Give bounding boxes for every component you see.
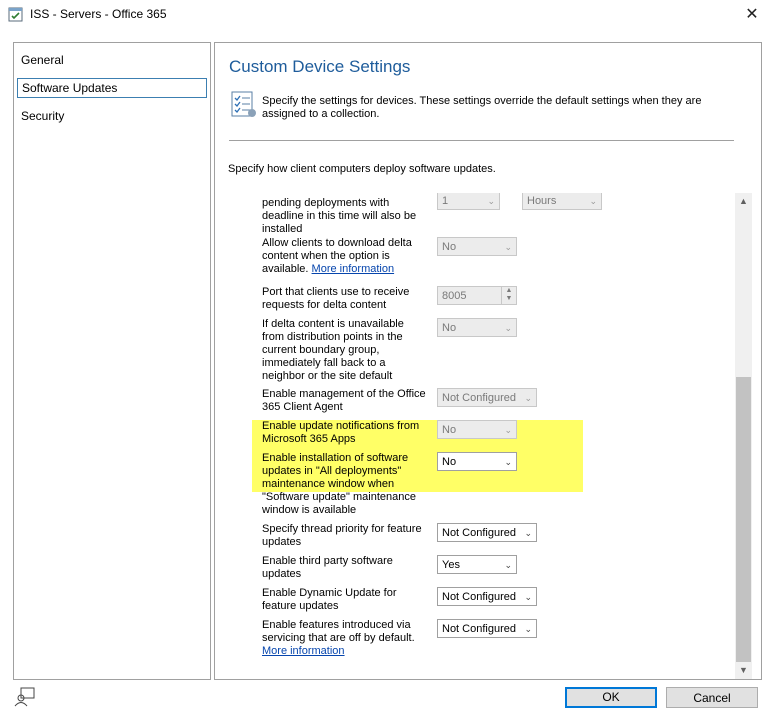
chevron-down-icon: ⌄ <box>524 528 532 538</box>
setting-label: Period of time for which all pending dep… <box>262 193 417 235</box>
nav-item-software-updates[interactable]: Software Updates <box>17 78 207 98</box>
setting-label: Enable features introduced via servicing… <box>262 619 415 644</box>
title-bar: ISS - Servers - Office 365 ✕ <box>0 0 775 30</box>
description-text: Specify the settings for devices. These … <box>262 95 702 120</box>
more-information-link[interactable]: More information <box>312 263 395 275</box>
settings-list-icon <box>231 91 256 117</box>
delta-port-stepper[interactable]: 8005 ▲ ▼ <box>437 286 517 305</box>
content-panel: Custom Device Settings Specify the setti… <box>214 42 762 680</box>
office365-agent-select[interactable]: Not Configured ⌄ <box>437 388 537 407</box>
thread-priority-select[interactable]: Not Configured ⌄ <box>437 523 537 542</box>
more-information-link[interactable]: More information <box>262 645 345 657</box>
chevron-down-icon: ⌄ <box>524 592 532 602</box>
scroll-up-icon[interactable]: ▲ <box>735 193 752 210</box>
nav-item-security[interactable]: Security <box>17 107 205 125</box>
chevron-down-icon: ⌄ <box>504 242 512 252</box>
dynamic-update-select[interactable]: Not Configured ⌄ <box>437 587 537 606</box>
setting-label: If delta content is unavailable from dis… <box>262 318 404 382</box>
scroll-down-icon[interactable]: ▼ <box>735 662 752 679</box>
cancel-button[interactable]: Cancel <box>666 687 758 708</box>
setting-label: Enable installation of software updates … <box>262 452 416 516</box>
setting-label: Enable management of the Office 365 Clie… <box>262 388 426 413</box>
settings-window-icon <box>8 7 23 22</box>
intro-text: Specify how client computers deploy soft… <box>228 163 496 175</box>
chevron-down-icon: ⌄ <box>504 560 512 570</box>
ok-button[interactable]: OK <box>565 687 657 708</box>
settings-list: Period of time for which all pending dep… <box>215 193 735 679</box>
chevron-down-icon: ⌄ <box>504 323 512 333</box>
chevron-down-icon: ⌄ <box>524 393 532 403</box>
delta-fallback-select[interactable]: No ⌄ <box>437 318 517 337</box>
chevron-down-icon: ⌄ <box>504 425 512 435</box>
deadline-period-stepper[interactable]: 1 ⌄ <box>437 193 500 210</box>
m365-notifications-select[interactable]: No ⌄ <box>437 420 517 439</box>
delta-download-select[interactable]: No ⌄ <box>437 237 517 256</box>
servicing-features-select[interactable]: Not Configured ⌄ <box>437 619 537 638</box>
setting-label: Specify thread priority for feature upda… <box>262 523 422 548</box>
third-party-updates-select[interactable]: Yes ⌄ <box>437 555 517 574</box>
nav-item-general[interactable]: General <box>17 51 205 69</box>
navigation-panel: General Software Updates Security <box>13 42 211 680</box>
vertical-scrollbar[interactable]: ▲ ▼ <box>735 193 752 679</box>
close-button[interactable]: ✕ <box>729 0 775 30</box>
window-title: ISS - Servers - Office 365 <box>30 7 167 21</box>
setting-label: Enable third party software updates <box>262 555 393 580</box>
deadline-unit-select[interactable]: Hours ⌄ <box>522 193 602 210</box>
chevron-down-icon: ⌄ <box>589 196 597 206</box>
chevron-down-icon: ⌄ <box>504 457 512 467</box>
spin-arrows-icon[interactable]: ▲ ▼ <box>501 287 516 304</box>
setting-label: Enable Dynamic Update for feature update… <box>262 587 397 612</box>
all-deployments-window-select[interactable]: No ⌄ <box>437 452 517 471</box>
setting-label: Enable update notifications from Microso… <box>262 420 420 445</box>
setting-label: Port that clients use to receive request… <box>262 286 410 311</box>
chevron-down-icon: ⌄ <box>524 624 532 634</box>
user-feedback-icon[interactable] <box>14 687 36 707</box>
chevron-down-icon: ⌄ <box>487 196 495 206</box>
divider <box>229 140 734 141</box>
page-title: Custom Device Settings <box>229 57 411 76</box>
close-icon: ✕ <box>745 6 759 23</box>
scrollbar-thumb[interactable] <box>736 377 751 662</box>
